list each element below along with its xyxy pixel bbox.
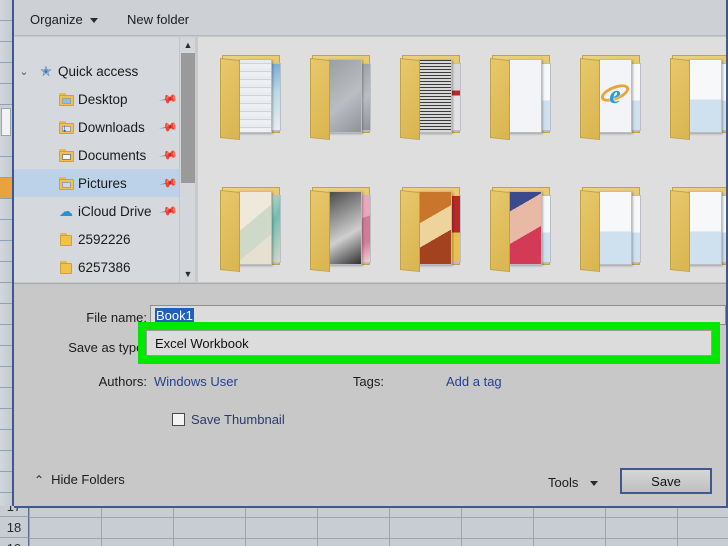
pin-icon[interactable]: 📌 bbox=[157, 173, 179, 193]
folder-thumb-5[interactable]: e bbox=[568, 45, 660, 157]
save-as-type-value: Excel Workbook bbox=[155, 335, 249, 351]
authors-value-link[interactable]: Windows User bbox=[154, 374, 238, 389]
sidebar-item-label: Pictures bbox=[78, 175, 127, 191]
sidebar-item-label: 2592226 bbox=[78, 231, 131, 247]
pin-icon[interactable]: 📌 bbox=[157, 89, 179, 109]
annotation-highlight-save-as-type: Excel Workbook bbox=[138, 322, 720, 364]
save-thumbnail-label: Save Thumbnail bbox=[191, 412, 285, 427]
excel-selected-row-header[interactable] bbox=[0, 178, 12, 199]
sidebar-item-desktop[interactable]: Desktop 📌 bbox=[14, 85, 179, 113]
sidebar-item-label: iCloud Drive bbox=[78, 203, 152, 219]
new-folder-button-label: New folder bbox=[127, 11, 190, 27]
sidebar-item-label: 6257386 bbox=[78, 259, 131, 275]
tags-label: Tags: bbox=[352, 374, 384, 389]
folder-thumb-8[interactable] bbox=[298, 177, 390, 282]
folder-documents-icon bbox=[54, 148, 78, 162]
internet-explorer-logo: e bbox=[609, 79, 621, 109]
cloud-icon: ☁ bbox=[59, 203, 73, 219]
dialog-footer: ⌃ Hide Folders Tools Save bbox=[14, 458, 726, 506]
screen: 17 18 19 Organize New folder ⌄ ✭ Quick a… bbox=[0, 0, 728, 546]
folder-thumb-1[interactable] bbox=[208, 45, 300, 157]
excel-left-row-header-strip bbox=[0, 0, 14, 514]
authors-label: Authors: bbox=[98, 374, 147, 389]
dialog-toolbar: Organize New folder bbox=[14, 0, 726, 36]
scroll-up-arrow-icon[interactable]: ▲ bbox=[180, 37, 196, 53]
folder-thumb-10[interactable] bbox=[478, 177, 570, 282]
chevron-down-icon[interactable]: ⌄ bbox=[14, 65, 34, 78]
save-as-dialog: Organize New folder ⌄ ✭ Quick access Des… bbox=[14, 0, 728, 508]
folder-thumb-7[interactable] bbox=[208, 177, 300, 282]
sidebar-item-quick-access[interactable]: ⌄ ✭ Quick access bbox=[14, 57, 179, 85]
save-button-label: Save bbox=[651, 473, 681, 489]
tools-button-label: Tools bbox=[548, 474, 579, 490]
chevron-down-icon bbox=[89, 17, 98, 23]
chevron-up-icon: ⌃ bbox=[34, 472, 45, 487]
folder-icon bbox=[54, 232, 78, 246]
chevron-down-icon bbox=[590, 480, 599, 486]
folder-thumb-2[interactable] bbox=[298, 45, 390, 157]
folder-pictures-icon bbox=[54, 176, 78, 190]
excel-row-header-19-label: 19 bbox=[7, 541, 21, 546]
excel-row-header-18[interactable]: 18 bbox=[0, 517, 29, 538]
pin-icon[interactable]: 📌 bbox=[157, 117, 179, 137]
folder-thumb-11[interactable] bbox=[568, 177, 660, 282]
sidebar-item-label: Downloads bbox=[78, 119, 145, 135]
folder-thumb-9[interactable] bbox=[388, 177, 480, 282]
hide-folders-label: Hide Folders bbox=[51, 472, 125, 487]
sidebar-item-label: Desktop bbox=[78, 91, 128, 107]
sidebar-item-7224227[interactable]: 7224227 bbox=[14, 281, 179, 282]
scrollbar-thumb[interactable] bbox=[181, 53, 195, 183]
navigation-pane[interactable]: ⌄ ✭ Quick access Desktop 📌 ⭣ Downloads 📌… bbox=[14, 37, 179, 282]
sidebar-item-downloads[interactable]: ⭣ Downloads 📌 bbox=[14, 113, 179, 141]
tools-button[interactable]: Tools bbox=[542, 470, 604, 494]
sidebar-item-label: Quick access bbox=[58, 63, 139, 79]
organize-button[interactable]: Organize bbox=[26, 9, 102, 29]
save-thumbnail-checkbox[interactable] bbox=[172, 413, 185, 426]
folder-thumb-12[interactable] bbox=[658, 177, 726, 282]
hide-folders-button[interactable]: ⌃ Hide Folders bbox=[34, 472, 125, 487]
excel-row-header-18-label: 18 bbox=[6, 520, 22, 535]
pin-icon[interactable]: 📌 bbox=[157, 201, 179, 221]
sidebar-item-icloud-drive[interactable]: ☁ iCloud Drive 📌 bbox=[14, 197, 179, 225]
sidebar-item-2592226[interactable]: 2592226 bbox=[14, 225, 179, 253]
navigation-pane-scrollbar[interactable]: ▲ ▼ bbox=[179, 37, 196, 282]
add-a-tag-link[interactable]: Add a tag bbox=[446, 374, 502, 389]
sidebar-item-pictures[interactable]: Pictures 📌 bbox=[14, 169, 179, 197]
dialog-form: File name: Book1 Save as type: Authors: … bbox=[14, 283, 726, 458]
excel-vertical-scrollbar-thumb[interactable] bbox=[1, 108, 11, 136]
excel-row-header-19[interactable]: 19 bbox=[0, 538, 29, 546]
file-name-value: Book1 bbox=[155, 307, 194, 323]
save-thumbnail-checkbox-row[interactable]: Save Thumbnail bbox=[172, 412, 285, 427]
pin-icon[interactable]: 📌 bbox=[157, 145, 179, 165]
folder-thumb-3[interactable] bbox=[388, 45, 480, 157]
save-as-type-label: Save as type: bbox=[68, 340, 147, 355]
excel-worksheet-rows[interactable]: 17 18 19 bbox=[0, 506, 728, 546]
file-name-label: File name: bbox=[86, 310, 147, 325]
save-button[interactable]: Save bbox=[620, 468, 712, 494]
folder-downloads-icon: ⭣ bbox=[54, 120, 78, 134]
folder-thumb-4[interactable] bbox=[478, 45, 570, 157]
sidebar-item-label: Documents bbox=[78, 147, 147, 163]
folder-icon bbox=[54, 260, 78, 274]
scroll-down-arrow-icon[interactable]: ▼ bbox=[180, 266, 196, 282]
excel-column-gridlines bbox=[0, 506, 728, 546]
sidebar-item-6257386[interactable]: 6257386 bbox=[14, 253, 179, 281]
save-as-type-combobox[interactable]: Excel Workbook bbox=[146, 330, 712, 356]
file-list-pane[interactable]: e bbox=[198, 37, 726, 282]
star-icon: ✭ bbox=[40, 63, 52, 79]
new-folder-button[interactable]: New folder bbox=[123, 9, 193, 29]
folder-desktop-icon bbox=[54, 92, 78, 106]
organize-button-label: Organize bbox=[30, 11, 83, 27]
folder-thumb-6[interactable] bbox=[658, 45, 726, 157]
sidebar-item-documents[interactable]: Documents 📌 bbox=[14, 141, 179, 169]
